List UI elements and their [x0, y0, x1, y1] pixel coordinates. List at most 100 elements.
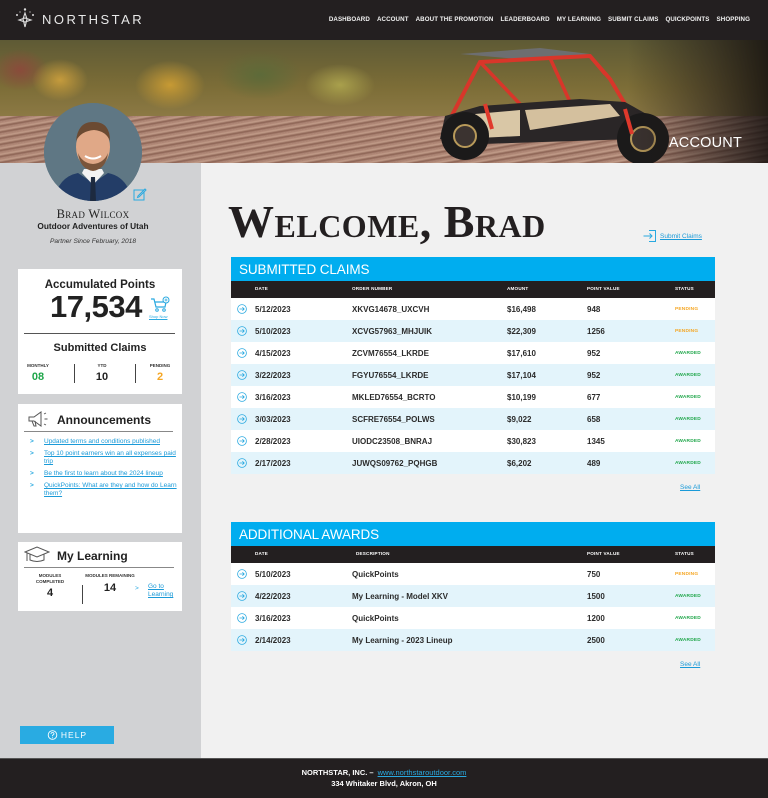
- view-details-arrow-icon[interactable]: [237, 436, 247, 446]
- claim-status-badge: AWARDED: [675, 350, 701, 356]
- claim-status-badge: AWARDED: [675, 394, 701, 400]
- claim-row[interactable]: 2/17/2023 JUWQS09762_PQHGB $6,202 489 AWARDE…: [231, 452, 715, 474]
- submitted-claims-title: SUBMITTED CLAIMS: [231, 257, 715, 281]
- claim-row[interactable]: 3/03/2023 SCFRE76554_POLWS $9,022 658 AWARDE…: [231, 408, 715, 430]
- announcements-title: Announcements: [57, 413, 152, 427]
- chevron-right-icon: >: [30, 470, 34, 477]
- shopping-cart-icon[interactable]: [150, 296, 170, 313]
- footer-company: NORTHSTAR, INC. –: [301, 768, 374, 777]
- nav-my-learning[interactable]: MY LEARNING: [557, 16, 601, 23]
- awards-see-all-link[interactable]: See All: [680, 661, 700, 668]
- claim-point-value: 948: [587, 305, 601, 314]
- award-row[interactable]: 2/14/2023 My Learning - 2023 Lineup 2500 AW…: [231, 629, 715, 651]
- award-description: My Learning - Model XKV: [352, 592, 449, 601]
- view-details-arrow-icon[interactable]: [237, 304, 247, 314]
- announcement-link[interactable]: Top 10 point earners win an all expenses…: [44, 450, 178, 466]
- submitted-claims-panel: SUBMITTED CLAIMS DATE ORDER NUMBER AMOUN…: [231, 257, 715, 474]
- claim-status-badge: AWARDED: [675, 460, 701, 466]
- view-details-arrow-icon[interactable]: [237, 635, 247, 645]
- welcome-heading: Welcome, Brad: [228, 196, 546, 247]
- claims-table-header: DATE ORDER NUMBER AMOUNT POINT VALUE STA…: [231, 281, 715, 298]
- claim-order-number: SCFRE76554_POLWS: [352, 415, 435, 424]
- claim-order-number: MKLED76554_BCRTO: [352, 393, 436, 402]
- claim-point-value: 1256: [587, 327, 605, 336]
- claim-row[interactable]: 5/12/2023 XKVG14678_UXCVH $16,498 948 PENDIN…: [231, 298, 715, 320]
- award-row[interactable]: 5/10/2023 QuickPoints 750 PENDING: [231, 563, 715, 585]
- award-row[interactable]: 3/16/2023 QuickPoints 1200 AWARDED: [231, 607, 715, 629]
- nav-about-the-promotion[interactable]: ABOUT THE PROMOTION: [416, 16, 494, 23]
- nav-leaderboard[interactable]: LEADERBOARD: [500, 16, 549, 23]
- claims-table-body: 5/12/2023 XKVG14678_UXCVH $16,498 948 PENDIN…: [231, 298, 715, 474]
- footer: NORTHSTAR, INC. – www.northstaroutdoor.co…: [0, 758, 768, 798]
- claim-row[interactable]: 5/10/2023 XCVG57963_MHJUIK $22,309 1256 PEND…: [231, 320, 715, 342]
- nav-shopping[interactable]: SHOPPING: [717, 16, 750, 23]
- view-details-arrow-icon[interactable]: [237, 414, 247, 424]
- view-details-arrow-icon[interactable]: [237, 591, 247, 601]
- sign-in-arrow-icon: [643, 230, 656, 242]
- claim-order-number: FGYU76554_LKRDE: [352, 371, 429, 380]
- submitted-claims-label: Submitted Claims: [53, 342, 147, 354]
- claim-amount: $6,202: [507, 459, 532, 468]
- claim-order-number: JUWQS09762_PQHGB: [352, 459, 438, 468]
- northstar-logo[interactable]: NORTHSTAR: [14, 7, 144, 31]
- view-details-arrow-icon[interactable]: [237, 326, 247, 336]
- help-button[interactable]: HELP: [20, 726, 114, 744]
- announcement-link[interactable]: Be the first to learn about the 2024 lin…: [44, 470, 163, 478]
- nav-submit-claims[interactable]: SUBMIT CLAIMS: [608, 16, 658, 23]
- modules-remaining-label: MODULES REMAINING: [85, 573, 135, 578]
- megaphone-icon: [28, 411, 48, 427]
- stat-monthly-label: MONTHLY: [27, 363, 49, 368]
- view-details-arrow-icon[interactable]: [237, 569, 247, 579]
- nav-dashboard[interactable]: DASHBOARD: [329, 16, 370, 23]
- additional-awards-title: ADDITIONAL AWARDS: [231, 522, 715, 546]
- claim-row[interactable]: 3/16/2023 MKLED76554_BCRTO $10,199 677 AWARD…: [231, 386, 715, 408]
- claim-date: 3/16/2023: [255, 393, 291, 402]
- claim-status-badge: PENDING: [675, 306, 699, 312]
- submit-claims-link-label: Submit Claims: [660, 232, 702, 240]
- award-point-value: 1500: [587, 592, 605, 601]
- awards-table-body: 5/10/2023 QuickPoints 750 PENDING 4/22/2023 M…: [231, 563, 715, 651]
- announcement-link[interactable]: QuickPoints: What are they and how do Le…: [44, 482, 178, 498]
- stat-monthly: MONTHLY 08: [24, 363, 52, 383]
- award-row[interactable]: 4/22/2023 My Learning - Model XKV 1500 AWAR…: [231, 585, 715, 607]
- claim-point-value: 677: [587, 393, 601, 402]
- claims-see-all-link[interactable]: See All: [680, 484, 700, 491]
- points-card: Accumulated Points 17,534 Shop Now Submi…: [18, 269, 182, 394]
- claim-row[interactable]: 4/15/2023 ZCVM76554_LKRDE $17,610 952 AWARDE…: [231, 342, 715, 364]
- claim-amount: $10,199: [507, 393, 536, 402]
- top-navigation-bar: NORTHSTAR DASHBOARD ACCOUNT ABOUT THE PR…: [0, 0, 768, 40]
- claim-amount: $22,309: [507, 327, 536, 336]
- nav-account[interactable]: ACCOUNT: [377, 16, 409, 23]
- modules-completed: MODULES COMPLETED 4: [25, 573, 75, 599]
- chevron-right-icon: >: [30, 482, 34, 489]
- view-details-arrow-icon[interactable]: [237, 458, 247, 468]
- announcement-link[interactable]: Updated terms and conditions published: [44, 438, 160, 446]
- footer-website-link[interactable]: www.northstaroutdoor.com: [378, 768, 467, 777]
- profile-company: Outdoor Adventures of Utah: [37, 221, 149, 231]
- claim-row[interactable]: 2/28/2023 UIODC23508_BNRAJ $30,823 1345 AWAR…: [231, 430, 715, 452]
- stat-pending-value: 2: [156, 371, 164, 383]
- claim-date: 3/03/2023: [255, 415, 291, 424]
- submit-claims-link[interactable]: Submit Claims: [643, 229, 702, 243]
- col-amount: AMOUNT: [507, 286, 529, 291]
- edit-profile-icon[interactable]: [133, 187, 147, 201]
- shop-now-link[interactable]: Shop Now: [149, 314, 167, 319]
- view-details-arrow-icon[interactable]: [237, 370, 247, 380]
- claim-row[interactable]: 3/22/2023 FGYU76554_LKRDE $17,104 952 AWARDE…: [231, 364, 715, 386]
- award-status-badge: AWARDED: [675, 593, 701, 599]
- view-details-arrow-icon[interactable]: [237, 348, 247, 358]
- award-point-value: 2500: [587, 636, 605, 645]
- go-to-learning-link[interactable]: Go to Learning: [148, 583, 180, 599]
- modules-completed-label: MODULES COMPLETED: [35, 573, 65, 584]
- profile-avatar: [44, 103, 142, 201]
- claim-order-number: ZCVM76554_LKRDE: [352, 349, 429, 358]
- nav-quickpoints[interactable]: QUICKPOINTS: [665, 16, 709, 23]
- view-details-arrow-icon[interactable]: [237, 613, 247, 623]
- star-icon: [16, 8, 34, 28]
- claim-amount: $30,823: [507, 437, 536, 446]
- hero-page-title: ACCOUNT: [668, 135, 742, 151]
- award-date: 4/22/2023: [255, 592, 291, 601]
- announcement-item: > Be the first to learn about the 2024 li…: [30, 470, 178, 478]
- profile-name: Brad Wilcox: [56, 207, 130, 221]
- view-details-arrow-icon[interactable]: [237, 392, 247, 402]
